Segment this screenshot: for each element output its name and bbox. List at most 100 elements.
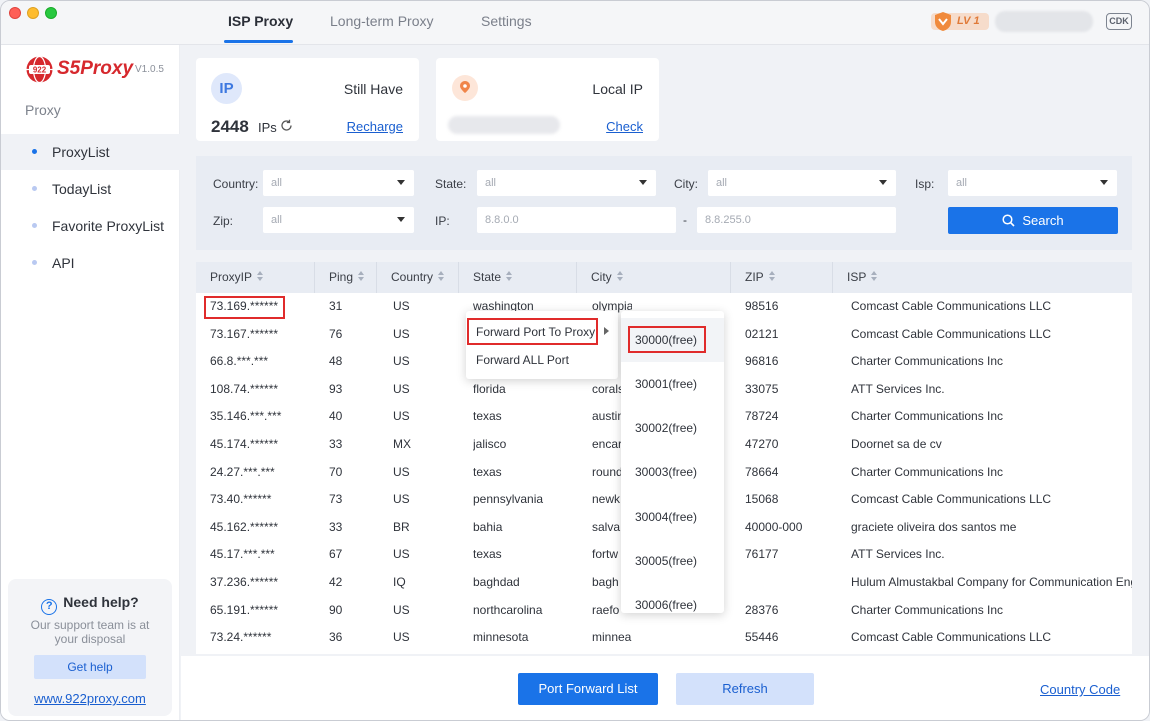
cell-ping: 33 [329, 519, 343, 534]
cell-zip: 96816 [745, 354, 779, 369]
cell-proxyip: 45.17.***.*** [210, 547, 275, 562]
sort-icon[interactable] [438, 271, 445, 282]
port-option[interactable]: 30002(free) [621, 406, 724, 450]
cell-state: texas [473, 409, 502, 424]
cell-proxyip: 108.74.****** [210, 381, 279, 396]
cell-zip: 33075 [745, 381, 779, 396]
get-help-button[interactable]: Get help [34, 655, 146, 679]
cell-zip: 55446 [745, 630, 779, 645]
port-option[interactable]: 30003(free) [621, 450, 724, 494]
isp-select[interactable]: all [948, 170, 1117, 196]
user-account-blurred[interactable] [995, 11, 1093, 32]
cell-isp: ATT Services Inc. [851, 381, 945, 396]
cell-state: bahia [473, 519, 503, 534]
ip-from-input[interactable]: 8.8.0.0 [477, 207, 676, 233]
local-ip-value-blurred [448, 116, 560, 134]
cell-isp: Comcast Cable Communications LLC [851, 630, 1052, 645]
search-button[interactable]: Search [948, 207, 1118, 234]
port-option[interactable]: 30005(free) [621, 539, 724, 583]
port-option[interactable]: 30004(free) [621, 495, 724, 539]
cell-isp: Comcast Cable Communications LLC [851, 492, 1052, 507]
sidebar-item-label: Favorite ProxyList [52, 218, 165, 234]
chevron-down-icon [397, 217, 405, 222]
cell-isp: Charter Communications Inc [851, 602, 1004, 617]
title-bar: ISP Proxy Long-term Proxy Settings LV 1 … [1, 1, 1149, 45]
port-submenu: 30000(free) 30001(free) 30002(free) 3000… [621, 311, 724, 613]
website-link[interactable]: www.922proxy.com [8, 691, 172, 706]
column-header-city[interactable]: City [576, 262, 730, 293]
country-code-link[interactable]: Country Code [1040, 682, 1120, 697]
footer-bar [181, 656, 1149, 720]
chevron-down-icon [1100, 180, 1108, 185]
country-select[interactable]: all [263, 170, 414, 196]
cell-proxyip: 37.236.****** [210, 575, 279, 589]
bullet-icon [32, 260, 37, 265]
cdk-button[interactable]: CDK [1106, 13, 1132, 30]
app-version: V1.0.5 [135, 64, 164, 75]
sidebar-item-todaylist[interactable]: TodayList [1, 171, 180, 207]
column-header-ping[interactable]: Ping [314, 262, 376, 293]
sort-icon[interactable] [871, 271, 878, 282]
cell-proxyip: 73.167.****** [210, 326, 279, 341]
tab-settings[interactable]: Settings [481, 13, 532, 29]
menu-item-forward-all-port[interactable]: Forward ALL Port [476, 353, 569, 367]
sidebar: 922 S5Proxy V1.0.5 Proxy ProxyList Today… [1, 45, 180, 720]
zoom-window-button[interactable] [45, 7, 57, 19]
close-window-button[interactable] [9, 7, 21, 19]
recharge-link[interactable]: Recharge [347, 119, 403, 134]
minimize-window-button[interactable] [27, 7, 39, 19]
port-forward-list-button[interactable]: Port Forward List [518, 673, 658, 705]
sort-icon[interactable] [358, 271, 365, 282]
cell-country: MX [393, 437, 411, 451]
cell-ping: 36 [329, 630, 343, 645]
column-header-isp[interactable]: ISP [832, 262, 1132, 293]
cell-ping: 40 [329, 409, 343, 424]
column-header-zip[interactable]: ZIP [730, 262, 832, 293]
port-option[interactable]: 30001(free) [621, 362, 724, 406]
refresh-button[interactable]: Refresh [676, 673, 814, 705]
bullet-icon [32, 149, 37, 154]
active-tab-indicator [224, 40, 293, 43]
cell-country: US [393, 354, 410, 369]
cell-country: US [393, 630, 410, 645]
city-label: City: [674, 177, 698, 191]
level-badge-text: LV 1 [957, 15, 980, 27]
sort-icon[interactable] [768, 271, 776, 282]
cell-country: US [393, 299, 410, 313]
cell-ping: 31 [329, 299, 343, 313]
column-header-proxyip[interactable]: ProxyIP [196, 262, 314, 293]
cell-proxyip: 65.191.****** [210, 602, 279, 617]
column-header-country[interactable]: Country [376, 262, 458, 293]
sidebar-item-api[interactable]: API [1, 245, 180, 281]
tab-long-term-proxy[interactable]: Long-term Proxy [330, 13, 433, 29]
tab-isp-proxy[interactable]: ISP Proxy [228, 13, 293, 29]
cell-ping: 93 [329, 381, 343, 396]
sort-icon[interactable] [616, 271, 624, 282]
state-label: State: [435, 177, 467, 191]
refresh-icon[interactable] [280, 119, 293, 132]
bullet-icon [32, 223, 37, 228]
state-select[interactable]: all [477, 170, 656, 196]
cell-zip: 78724 [745, 409, 779, 424]
local-ip-label: Local IP [592, 81, 643, 97]
ip-to-input[interactable]: 8.8.255.0 [697, 207, 896, 233]
zip-select[interactable]: all [263, 207, 414, 233]
cell-isp: Comcast Cable Communications LLC [851, 299, 1052, 313]
sort-icon[interactable] [506, 271, 513, 282]
sort-icon[interactable] [257, 271, 264, 282]
sidebar-item-proxylist[interactable]: ProxyList [1, 134, 180, 170]
cell-country: US [393, 326, 410, 341]
cell-zip: 47270 [745, 437, 779, 451]
table-row[interactable]: 73.24.****** 36 US minnesota minneapolis 5544… [196, 624, 1132, 652]
city-select[interactable]: all [708, 170, 896, 196]
cell-ping: 48 [329, 354, 343, 369]
port-option[interactable]: 30006(free) [621, 583, 724, 613]
check-link[interactable]: Check [606, 119, 643, 134]
cell-ping: 70 [329, 464, 343, 479]
svg-text:922: 922 [33, 66, 47, 75]
cell-country: US [393, 381, 410, 396]
column-header-state[interactable]: State [458, 262, 576, 293]
cell-country: IQ [393, 575, 406, 589]
cell-zip: 02121 [745, 326, 779, 341]
sidebar-item-favorite-proxylist[interactable]: Favorite ProxyList [1, 208, 180, 244]
